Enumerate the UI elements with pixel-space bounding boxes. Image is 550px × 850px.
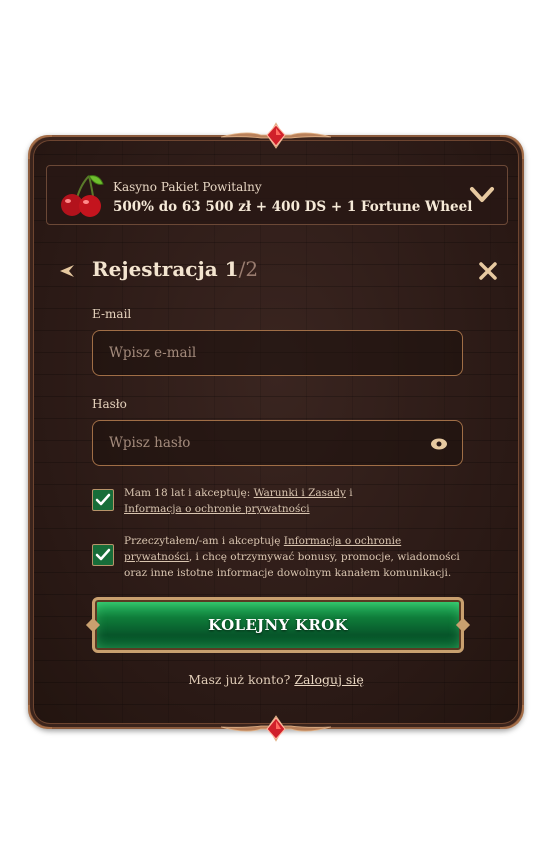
step-total: 2	[245, 257, 259, 281]
bonus-title: Kasyno Pakiet Powitalny	[113, 180, 262, 194]
registration-modal: Kasyno Pakiet Powitalny 500% do 63 500 z…	[28, 122, 524, 742]
privacy-link[interactable]: Informacja o ochronie prywatności	[124, 503, 310, 515]
login-link[interactable]: Zaloguj się	[294, 672, 363, 687]
corner-ornament	[28, 705, 52, 729]
terms-consent-text: Mam 18 lat i akceptuję: Warunki i Zasady…	[124, 485, 472, 517]
checkmark-icon	[95, 493, 111, 506]
checkmark-icon	[95, 548, 111, 561]
marketing-consent-text: Przeczytałem/-am i akceptuję Informacja …	[124, 533, 472, 581]
terms-link[interactable]: Warunki i Zasady	[254, 487, 346, 499]
registration-header: Rejestracja 1/2	[56, 255, 502, 289]
close-icon[interactable]	[478, 261, 498, 281]
marketing-text-before: Przeczytałem/-am i akceptuję	[124, 535, 284, 547]
password-label: Hasło	[92, 397, 127, 411]
ruby-gem-ornament-icon	[221, 715, 331, 742]
corner-ornament	[500, 135, 524, 159]
page-title: Rejestracja 1/2	[92, 257, 258, 281]
login-prompt-text: Masz już konto?	[188, 672, 291, 687]
corner-ornament	[500, 705, 524, 729]
registration-title: Rejestracja	[92, 257, 218, 281]
cherry-icon	[61, 175, 104, 217]
terms-checkbox[interactable]	[92, 489, 114, 511]
chevron-down-icon[interactable]	[469, 182, 495, 208]
next-step-button[interactable]: KOLEJNY KROK	[92, 597, 464, 653]
login-prompt: Masz już konto? Zaloguj się	[30, 672, 522, 687]
password-input[interactable]	[92, 420, 463, 466]
marketing-checkbox[interactable]	[92, 544, 114, 566]
welcome-bonus-banner[interactable]: Kasyno Pakiet Powitalny 500% do 63 500 z…	[46, 165, 508, 225]
ruby-gem-ornament-icon	[221, 122, 331, 149]
terms-text-between: i	[345, 487, 353, 499]
terms-text-before: Mam 18 lat i akceptuję:	[124, 487, 254, 499]
step-current: 1	[224, 257, 239, 281]
email-input[interactable]	[92, 330, 463, 376]
bonus-offer: 500% do 63 500 zł + 400 DS + 1 Fortune W…	[113, 199, 473, 215]
back-arrow-icon[interactable]	[56, 262, 76, 280]
show-password-eye-icon[interactable]	[430, 437, 448, 451]
email-label: E-mail	[92, 307, 132, 321]
corner-ornament	[28, 135, 52, 159]
